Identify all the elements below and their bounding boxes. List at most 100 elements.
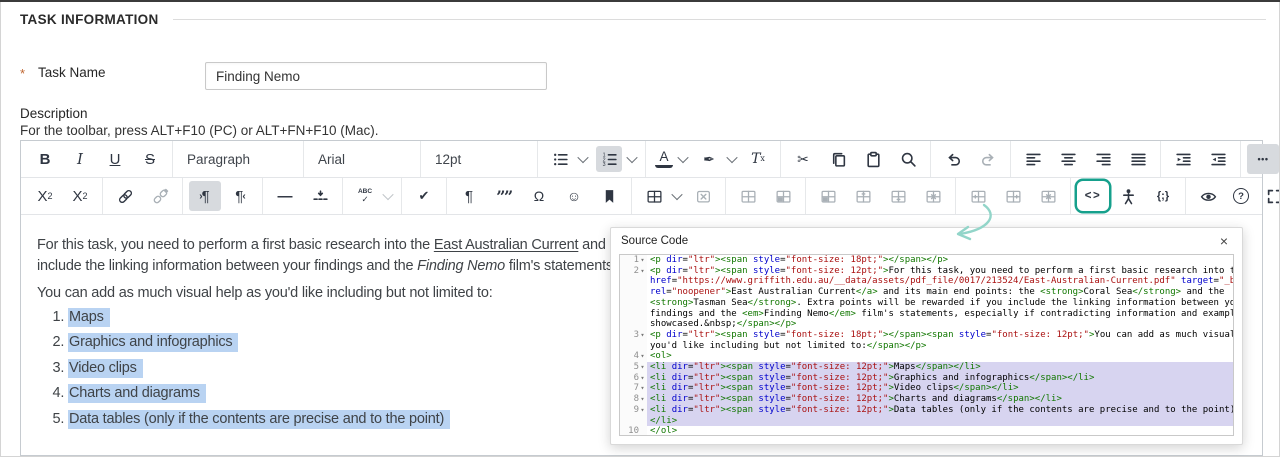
- help-button[interactable]: ?: [1227, 181, 1255, 211]
- row-properties-button[interactable]: [812, 181, 844, 211]
- toolbar-group: Arial: [303, 141, 420, 177]
- fold-arrow-icon[interactable]: ▾: [639, 255, 646, 266]
- insert-row-above-button[interactable]: [847, 181, 879, 211]
- remove-link-button[interactable]: [144, 181, 176, 211]
- line-number-gutter: 6▾: [620, 372, 647, 384]
- paste-button[interactable]: [857, 144, 889, 174]
- chevron-down-icon[interactable]: [677, 151, 689, 164]
- special-character-icon: Ω: [533, 188, 545, 204]
- delete-row-button[interactable]: [917, 181, 949, 211]
- spellcheck-toggle-button[interactable]: ✔: [408, 181, 440, 211]
- help-icon: ?: [1233, 188, 1249, 204]
- emoticons-button[interactable]: ☺: [558, 181, 590, 211]
- bullet-list-button[interactable]: [544, 144, 590, 174]
- code-sample-button[interactable]: {;}: [1147, 181, 1179, 211]
- code-text: href="https://www.griffith.edu.au/__data…: [650, 276, 1233, 287]
- code-editor[interactable]: 1▾ <p dir="ltr"><span style="font-size: 1…: [619, 254, 1234, 436]
- east-australian-current-link[interactable]: East Australian Current: [434, 237, 579, 253]
- source-code-button[interactable]: <>: [1077, 181, 1109, 211]
- page-break-button[interactable]: [304, 181, 336, 211]
- fullscreen-button[interactable]: [1258, 181, 1280, 211]
- redo-button[interactable]: [972, 144, 1004, 174]
- code-text: <li dir="ltr"><span style="font-size: 12…: [647, 404, 1233, 416]
- insert-row-below-button[interactable]: [882, 181, 914, 211]
- fold-arrow-icon[interactable]: ▾: [639, 373, 646, 384]
- fold-arrow-icon[interactable]: ▾: [639, 383, 646, 394]
- chevron-down-icon[interactable]: [626, 151, 638, 164]
- right-to-left-button[interactable]: ¶ ‹: [224, 181, 256, 211]
- insert-column-after-icon: [1000, 183, 1026, 209]
- insert-column-after-button[interactable]: [997, 181, 1029, 211]
- close-icon[interactable]: ×: [1216, 232, 1232, 250]
- underline-button[interactable]: U: [99, 144, 131, 174]
- text-color-icon: A: [655, 150, 673, 168]
- fold-arrow-icon[interactable]: ▾: [639, 351, 646, 362]
- fold-arrow-icon[interactable]: ▾: [639, 330, 646, 341]
- delete-table-button[interactable]: [687, 181, 719, 211]
- line-number-gutter: [620, 308, 647, 320]
- clear-formatting-button[interactable]: Tx: [742, 144, 774, 174]
- blockquote-button[interactable]: ””: [488, 181, 520, 211]
- superscript-button[interactable]: X2: [29, 181, 61, 211]
- insert-row-below-icon: [885, 183, 911, 209]
- chevron-down-icon[interactable]: [726, 151, 738, 164]
- code-text: <p dir="ltr"><span style="font-size: 12p…: [650, 265, 1233, 276]
- line-number-gutter: [620, 415, 647, 427]
- font-size-select[interactable]: 12pt: [427, 144, 531, 174]
- paragraph-style-select[interactable]: Paragraph: [179, 144, 297, 174]
- spellcheck-button[interactable]: ABC ✓: [349, 181, 395, 211]
- paste-icon: [860, 146, 886, 172]
- code-text: <li dir="ltr"><span style="font-size: 12…: [647, 383, 1233, 395]
- insert-column-before-icon: [965, 183, 991, 209]
- task-name-input[interactable]: [205, 62, 547, 90]
- merge-cells-button[interactable]: [767, 181, 799, 211]
- align-justify-button[interactable]: [1122, 144, 1154, 174]
- chevron-down-icon[interactable]: [577, 151, 589, 164]
- page-title: TASK INFORMATION: [20, 12, 159, 27]
- anchor-button[interactable]: [593, 181, 625, 211]
- more-toolbar-button[interactable]: •••: [1247, 144, 1279, 174]
- fold-arrow-icon[interactable]: ▾: [639, 394, 646, 405]
- font-family-select[interactable]: Arial: [310, 144, 414, 174]
- subscript-button[interactable]: X2: [64, 181, 96, 211]
- insert-column-before-button[interactable]: [962, 181, 994, 211]
- toolbar-group: [805, 178, 955, 214]
- copy-button[interactable]: [822, 144, 854, 174]
- numbered-list-button[interactable]: 123: [593, 144, 639, 174]
- toolbar-group: [955, 178, 1070, 214]
- outdent-button[interactable]: [1202, 144, 1234, 174]
- align-center-button[interactable]: [1052, 144, 1084, 174]
- align-right-button[interactable]: [1087, 144, 1119, 174]
- undo-button[interactable]: [937, 144, 969, 174]
- code-line: href="https://www.griffith.edu.au/__data…: [620, 276, 1233, 288]
- bold-icon: B: [39, 150, 51, 168]
- fold-arrow-icon[interactable]: ▾: [639, 405, 646, 416]
- bold-button[interactable]: B: [29, 144, 61, 174]
- search-button[interactable]: [892, 144, 924, 174]
- chevron-down-icon[interactable]: [382, 188, 394, 201]
- italic-button[interactable]: I: [64, 144, 96, 174]
- dialog-title: Source Code: [621, 235, 689, 247]
- horizontal-rule-button[interactable]: —: [269, 181, 301, 211]
- preview-button[interactable]: [1192, 181, 1224, 211]
- chevron-down-icon[interactable]: [671, 188, 683, 201]
- insert-link-button[interactable]: [109, 181, 141, 211]
- cell-properties-button[interactable]: [732, 181, 764, 211]
- accessibility-checker-icon: [1115, 183, 1141, 209]
- fold-arrow-icon[interactable]: ▾: [639, 266, 646, 277]
- align-left-button[interactable]: [1017, 144, 1049, 174]
- indent-button[interactable]: [1167, 144, 1199, 174]
- special-character-button[interactable]: Ω: [523, 181, 555, 211]
- text-color-button[interactable]: A: [652, 144, 690, 174]
- highlight-color-button[interactable]: ✒: [693, 144, 739, 174]
- fold-arrow-icon[interactable]: ▾: [639, 362, 646, 373]
- toolbar-group: 123: [537, 141, 645, 177]
- accessibility-checker-button[interactable]: [1112, 181, 1144, 211]
- cut-button[interactable]: ✂: [787, 144, 819, 174]
- strikethrough-button[interactable]: S: [134, 144, 166, 174]
- left-to-right-button[interactable]: › ¶: [189, 181, 221, 211]
- delete-column-button[interactable]: [1032, 181, 1064, 211]
- paragraph-marks-button[interactable]: ¶: [453, 181, 485, 211]
- code-line: </li>: [620, 415, 1233, 427]
- table-button[interactable]: [638, 181, 684, 211]
